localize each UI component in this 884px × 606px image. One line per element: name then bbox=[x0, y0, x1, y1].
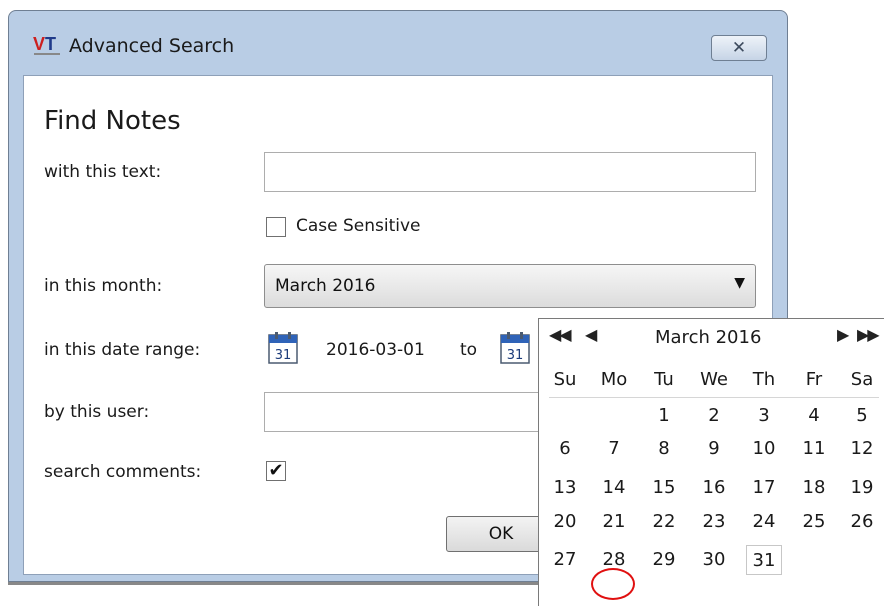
calendar-day[interactable]: 16 bbox=[696, 473, 732, 503]
checkmark-icon: ✔ bbox=[268, 460, 284, 481]
chevron-down-icon: ▼ bbox=[734, 275, 745, 291]
calendar-day[interactable]: 14 bbox=[596, 473, 632, 503]
search-comments-checkbox[interactable]: ✔ bbox=[266, 461, 286, 481]
text-label: with this text: bbox=[44, 162, 162, 182]
search-text-input[interactable] bbox=[264, 152, 756, 192]
calendar-day[interactable]: 17 bbox=[746, 473, 782, 503]
calendar-day[interactable]: 24 bbox=[746, 507, 782, 537]
weekday-header: Sa bbox=[850, 369, 874, 390]
calendar-day[interactable]: 19 bbox=[844, 473, 880, 503]
window-shadow bbox=[8, 582, 538, 585]
calendar-day[interactable]: 28 bbox=[596, 545, 632, 575]
calendar-day[interactable]: 15 bbox=[646, 473, 682, 503]
weekday-divider bbox=[549, 397, 879, 398]
calendar-day[interactable]: 22 bbox=[646, 507, 682, 537]
window-title: Advanced Search bbox=[69, 35, 235, 57]
date-range-label: in this date range: bbox=[44, 340, 201, 360]
calendar-day[interactable]: 9 bbox=[696, 434, 732, 464]
page-title: Find Notes bbox=[44, 106, 181, 136]
weekday-header: Th bbox=[752, 369, 776, 390]
date-from-value[interactable]: 2016-03-01 bbox=[326, 340, 425, 360]
next-month-icon[interactable]: ▶ bbox=[837, 325, 849, 344]
case-sensitive-label: Case Sensitive bbox=[296, 216, 421, 236]
svg-text:31: 31 bbox=[275, 348, 292, 363]
calendar-day[interactable]: 23 bbox=[696, 507, 732, 537]
app-logo-icon: V T bbox=[33, 34, 60, 55]
calendar-day[interactable]: 30 bbox=[696, 545, 732, 575]
calendar-from-icon[interactable]: 31 bbox=[268, 332, 298, 364]
calendar-month-label: March 2016 bbox=[655, 327, 762, 348]
case-sensitive-checkbox[interactable] bbox=[266, 217, 286, 237]
calendar-day[interactable]: 10 bbox=[746, 434, 782, 464]
calendar-day[interactable]: 26 bbox=[844, 507, 880, 537]
weekday-header: Su bbox=[553, 369, 577, 390]
close-button[interactable]: ✕ bbox=[711, 35, 767, 61]
title-bar[interactable]: V T Advanced Search ✕ bbox=[9, 11, 787, 75]
calendar-day[interactable]: 29 bbox=[646, 545, 682, 575]
weekday-header: Fr bbox=[805, 369, 823, 390]
calendar-day[interactable]: 13 bbox=[547, 473, 583, 503]
calendar-day[interactable]: 6 bbox=[547, 434, 583, 464]
calendar-day[interactable]: 8 bbox=[646, 434, 682, 464]
weekday-header: Tu bbox=[654, 369, 674, 390]
calendar-day[interactable]: 2 bbox=[696, 401, 732, 431]
calendar-day[interactable]: 3 bbox=[746, 401, 782, 431]
calendar-day[interactable]: 1 bbox=[646, 401, 682, 431]
month-select[interactable]: March 2016 ▼ bbox=[264, 264, 756, 308]
svg-text:T: T bbox=[45, 34, 56, 54]
date-to-label: to bbox=[460, 340, 478, 360]
prev-year-icon[interactable]: ◀◀ bbox=[549, 325, 572, 344]
month-label: in this month: bbox=[44, 276, 163, 296]
user-label: by this user: bbox=[44, 402, 150, 422]
calendar-day[interactable]: 7 bbox=[596, 434, 632, 464]
month-select-value: March 2016 bbox=[275, 276, 376, 296]
date-picker-popup: ◀◀ ◀ March 2016 ▶ ▶▶ Su Mo Tu We Th Fr Sa 1 2 3 4 5… bbox=[538, 318, 884, 606]
weekday-header: We bbox=[700, 369, 728, 390]
calendar-day[interactable]: 5 bbox=[844, 401, 880, 431]
calendar-day[interactable]: 11 bbox=[796, 434, 832, 464]
calendar-day[interactable]: 27 bbox=[547, 545, 583, 575]
svg-text:31: 31 bbox=[507, 348, 524, 363]
calendar-day[interactable]: 31 bbox=[746, 545, 782, 575]
comments-label: search comments: bbox=[44, 462, 202, 482]
calendar-day[interactable]: 21 bbox=[596, 507, 632, 537]
calendar-to-icon[interactable]: 31 bbox=[500, 332, 530, 364]
close-icon: ✕ bbox=[731, 38, 747, 58]
calendar-day[interactable]: 25 bbox=[796, 507, 832, 537]
next-year-icon[interactable]: ▶▶ bbox=[857, 325, 880, 344]
svg-text:V: V bbox=[33, 34, 45, 54]
calendar-day[interactable]: 18 bbox=[796, 473, 832, 503]
calendar-day[interactable]: 12 bbox=[844, 434, 880, 464]
weekday-header: Mo bbox=[600, 369, 628, 390]
calendar-day[interactable]: 4 bbox=[796, 401, 832, 431]
calendar-day[interactable]: 20 bbox=[547, 507, 583, 537]
prev-month-icon[interactable]: ◀ bbox=[585, 325, 597, 344]
